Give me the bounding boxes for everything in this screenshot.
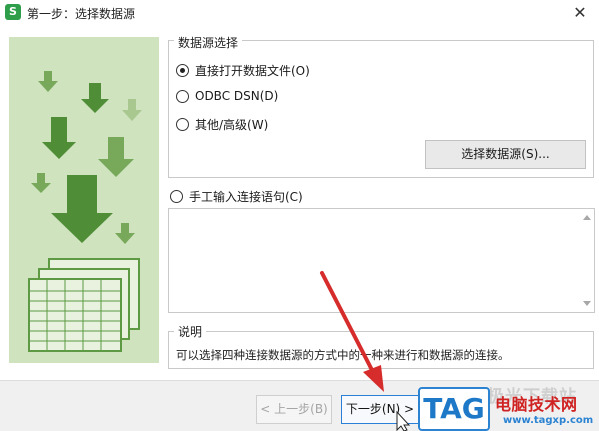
radio-button[interactable] [176,89,189,103]
radio-label: 手工输入连接语句(C) [189,190,303,204]
scroll-up-icon[interactable] [583,215,591,220]
tag-logo: TAG [418,387,490,431]
radio-manual-input[interactable]: 手工输入连接语句(C) [170,188,303,205]
previous-button[interactable]: < 上一步(B) [256,395,332,424]
download-arrow-icon [31,173,51,193]
window-title: 第一步：选择数据源 [27,7,136,21]
radio-label: 其他/高级(W) [195,118,269,132]
title-bar: S 第一步：选择数据源 ✕ [0,0,599,26]
description-text: 可以选择四种连接数据源的方式中的一种来进行和数据源的连接。 [176,348,510,362]
download-arrow-icon [38,71,58,92]
download-arrow-icon [42,117,76,159]
description-title: 说明 [174,323,207,340]
download-arrows-illustration [28,71,142,352]
radio-odbc-dsn[interactable]: ODBC DSN(D) [176,89,278,103]
download-arrow-icon [98,137,134,177]
connection-statement-input[interactable] [168,208,595,313]
wizard-illustration [9,37,159,363]
spreadsheet-icon [28,258,140,352]
radio-button[interactable] [170,190,183,203]
scroll-down-icon[interactable] [583,301,591,306]
close-icon[interactable]: ✕ [569,2,591,24]
watermark-site-title: 电脑技术网 [495,395,578,414]
app-logo-icon: S [5,4,21,20]
download-arrow-icon [51,175,113,243]
data-source-group-title: 数据源选择 [174,34,243,51]
radio-other-advanced[interactable]: 其他/高级(W) [176,116,268,133]
download-arrow-icon [115,223,135,244]
select-data-source-button[interactable]: 选择数据源(S)... [425,140,586,169]
radio-label: 直接打开数据文件(O) [195,64,310,78]
download-arrow-icon [122,99,142,121]
next-button[interactable]: 下一步(N) > [341,395,419,424]
radio-button[interactable] [176,64,189,77]
radio-open-data-file[interactable]: 直接打开数据文件(O) [176,62,310,79]
radio-button[interactable] [176,118,189,131]
watermark-site-url: www.tagxp.com [503,415,594,426]
radio-label: ODBC DSN(D) [195,89,279,103]
download-arrow-icon [81,83,109,113]
vertical-scrollbar[interactable] [580,209,594,312]
